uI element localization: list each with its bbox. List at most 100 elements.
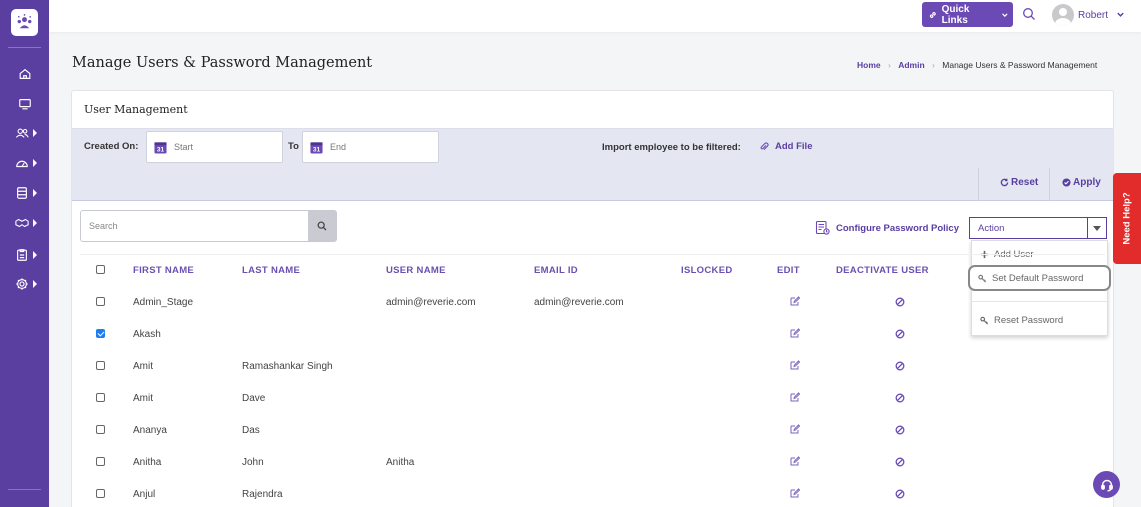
edit-icon[interactable] bbox=[790, 360, 800, 370]
column-header-islocked[interactable]: ISLOCKED bbox=[681, 265, 733, 276]
end-date-placeholder: End bbox=[330, 142, 347, 152]
edit-icon[interactable] bbox=[790, 488, 800, 498]
clipboard-icon bbox=[16, 249, 27, 261]
sidebar-item-settings[interactable] bbox=[0, 275, 49, 293]
policy-document-icon bbox=[815, 220, 830, 235]
edit-icon[interactable] bbox=[790, 424, 800, 434]
need-help-tab[interactable]: Need Help? bbox=[1113, 173, 1141, 264]
sidebar-divider bbox=[8, 489, 41, 490]
breadcrumb-separator: › bbox=[888, 60, 891, 70]
row-checkbox[interactable] bbox=[96, 329, 105, 338]
ban-icon[interactable] bbox=[895, 329, 905, 339]
edit-icon[interactable] bbox=[790, 328, 800, 338]
cell-first-name: Anjul bbox=[133, 489, 156, 500]
app-logo-icon[interactable] bbox=[11, 9, 38, 36]
sidebar-item-database[interactable] bbox=[0, 184, 49, 202]
breadcrumb-separator: › bbox=[932, 60, 935, 70]
add-file-label: Add File bbox=[775, 141, 813, 152]
calendar-icon: 31 bbox=[154, 141, 167, 153]
cell-last-name: John bbox=[242, 457, 264, 468]
row-checkbox[interactable] bbox=[96, 425, 105, 434]
start-date-placeholder: Start bbox=[174, 142, 194, 152]
breadcrumb: Home › Admin › Manage Users & Password M… bbox=[857, 60, 1097, 70]
caret-right-icon bbox=[33, 159, 37, 167]
edit-icon[interactable] bbox=[790, 456, 800, 466]
caret-right-icon bbox=[33, 251, 37, 259]
cell-first-name: Amit bbox=[133, 361, 153, 372]
avatar[interactable] bbox=[1052, 4, 1074, 26]
breadcrumb-home[interactable]: Home bbox=[857, 60, 881, 70]
table-row: Anitha John Anitha bbox=[72, 447, 1113, 479]
configure-password-policy-link[interactable]: Configure Password Policy bbox=[815, 220, 959, 236]
end-date-field[interactable]: 31 End bbox=[302, 131, 439, 163]
to-label: To bbox=[288, 141, 299, 152]
start-date-field[interactable]: 31 Start bbox=[146, 131, 283, 163]
table-row: Amit Ramashankar Singh bbox=[72, 351, 1113, 383]
apply-button[interactable]: Apply bbox=[1062, 177, 1101, 188]
column-header-deactivate-user: DEACTIVATE USER bbox=[836, 265, 929, 276]
database-icon bbox=[16, 187, 27, 199]
created-on-label: Created On: bbox=[84, 141, 139, 152]
quick-links-button[interactable]: Quick Links bbox=[922, 2, 1013, 27]
search-input[interactable] bbox=[81, 211, 307, 241]
column-header-email-id[interactable]: EMAIL ID bbox=[534, 265, 578, 276]
reset-label: Reset bbox=[1011, 177, 1039, 188]
menu-item-label: Set Default Password bbox=[992, 272, 1084, 284]
sidebar-item-dashboard[interactable] bbox=[0, 154, 49, 172]
sidebar-item-monitor[interactable] bbox=[0, 95, 49, 113]
sidebar-item-clipboard[interactable] bbox=[0, 246, 49, 264]
ban-icon[interactable] bbox=[895, 425, 905, 435]
refresh-icon bbox=[1000, 178, 1009, 187]
sidebar-item-handshake[interactable] bbox=[0, 214, 49, 232]
chevron-down-icon[interactable] bbox=[1087, 218, 1106, 238]
column-header-first-name[interactable]: FIRST NAME bbox=[133, 265, 194, 276]
ban-icon[interactable] bbox=[895, 361, 905, 371]
chevron-down-icon[interactable] bbox=[1116, 10, 1125, 19]
chevron-down-icon bbox=[1002, 12, 1008, 17]
support-chat-button[interactable] bbox=[1093, 471, 1120, 498]
cell-user-name: Anitha bbox=[386, 457, 415, 468]
import-employee-label: Import employee to be filtered: bbox=[602, 142, 741, 153]
column-header-last-name[interactable]: LAST NAME bbox=[242, 265, 300, 276]
gear-icon bbox=[15, 278, 28, 290]
apply-label: Apply bbox=[1073, 177, 1101, 188]
svg-text:31: 31 bbox=[313, 146, 321, 153]
page-title: Manage Users & Password Management bbox=[72, 55, 373, 71]
cell-email: admin@reverie.com bbox=[534, 297, 624, 308]
need-help-label: Need Help? bbox=[1121, 192, 1133, 245]
sidebar-item-users[interactable] bbox=[0, 124, 49, 142]
handshake-icon bbox=[14, 218, 29, 228]
breadcrumb-admin[interactable]: Admin bbox=[898, 60, 924, 70]
sidebar-item-home[interactable] bbox=[0, 65, 49, 83]
cell-first-name: Amit bbox=[133, 393, 153, 404]
monitor-icon bbox=[18, 99, 31, 110]
table-row: Amit Dave bbox=[72, 383, 1113, 415]
row-checkbox[interactable] bbox=[96, 297, 105, 306]
edit-icon[interactable] bbox=[790, 392, 800, 402]
configure-password-policy-label: Configure Password Policy bbox=[836, 222, 959, 234]
column-header-user-name[interactable]: USER NAME bbox=[386, 265, 446, 276]
cell-first-name: Admin_Stage bbox=[133, 297, 194, 308]
row-checkbox[interactable] bbox=[96, 457, 105, 466]
ban-icon[interactable] bbox=[895, 393, 905, 403]
select-all-checkbox[interactable] bbox=[96, 265, 105, 274]
edit-icon[interactable] bbox=[790, 296, 800, 306]
ban-icon[interactable] bbox=[895, 489, 905, 499]
cell-last-name: Dave bbox=[242, 393, 266, 404]
search-icon[interactable] bbox=[1022, 7, 1036, 21]
search-button[interactable] bbox=[308, 211, 336, 241]
table-row: Admin_Stage admin@reverie.com admin@reve… bbox=[72, 287, 1113, 319]
card-title: User Management bbox=[84, 103, 188, 116]
row-checkbox[interactable] bbox=[96, 489, 105, 498]
ban-icon[interactable] bbox=[895, 297, 905, 307]
filter-separator bbox=[978, 168, 979, 201]
row-checkbox[interactable] bbox=[96, 361, 105, 370]
reset-button[interactable]: Reset bbox=[1000, 177, 1038, 188]
search-icon bbox=[317, 221, 327, 231]
add-file-link[interactable]: Add File bbox=[759, 141, 812, 152]
check-circle-icon bbox=[1062, 178, 1071, 187]
column-header-edit: EDIT bbox=[777, 265, 800, 276]
user-name[interactable]: Robert bbox=[1078, 10, 1108, 21]
row-checkbox[interactable] bbox=[96, 393, 105, 402]
ban-icon[interactable] bbox=[895, 457, 905, 467]
